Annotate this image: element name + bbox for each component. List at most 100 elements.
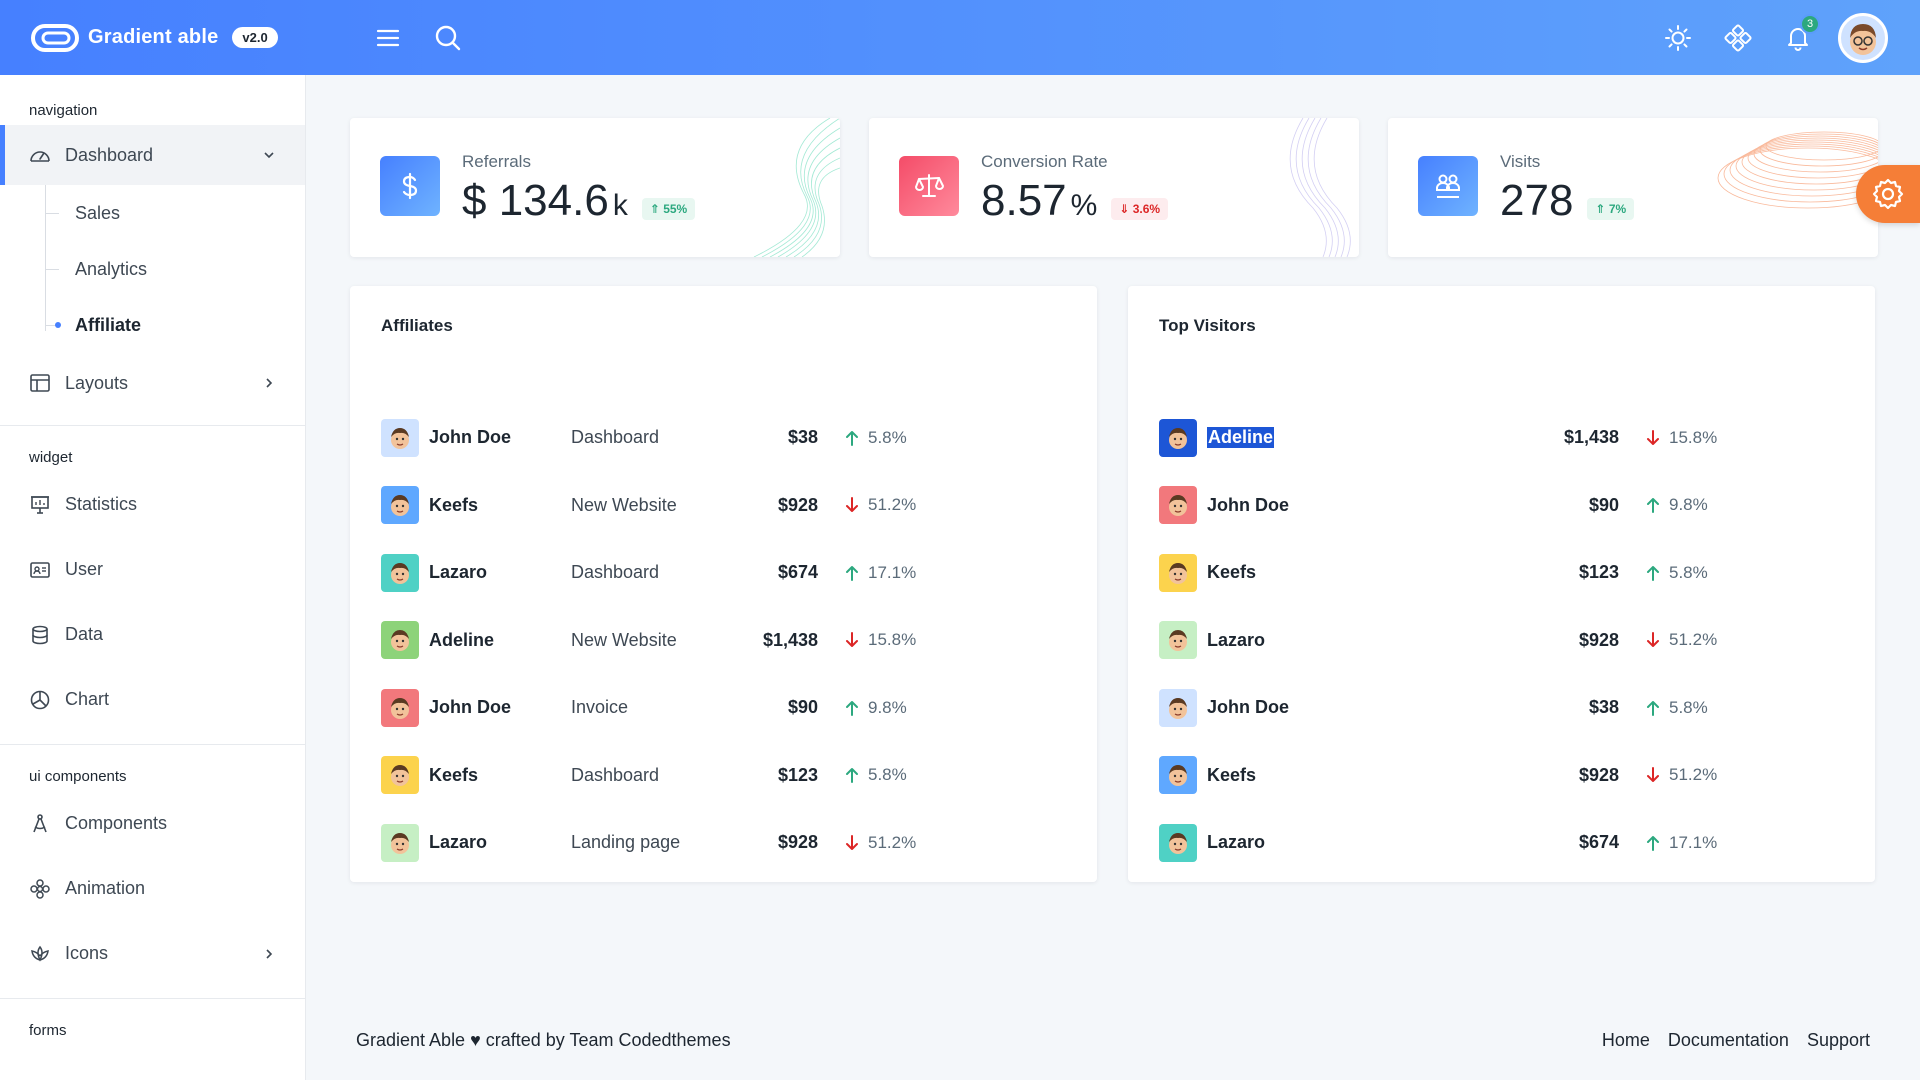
sidebar-divider [0,998,305,999]
visitor-name: Keefs [1207,562,1257,583]
table-row[interactable]: John Doe $38 5.8% [1159,674,1844,742]
sidebar-item-statistics[interactable]: Statistics [0,472,305,537]
affiliate-amount: $123 [777,764,818,785]
sun-icon [1665,24,1691,51]
affiliate-change: 9.8% [844,698,907,718]
table-row[interactable]: Lazaro $928 51.2% [1159,607,1844,675]
menu-toggle-button[interactable] [368,18,408,58]
affiliates-card: Affiliates John Doe Dashboard $38 5.8% Keefs… [350,286,1097,882]
table-row[interactable]: Lazaro Dashboard $674 17.1% [381,539,1066,607]
stat-value: 8.57 [981,176,1067,225]
table-row[interactable]: Adeline $1,438 15.8% [1159,404,1844,472]
sidebar-item-data[interactable]: Data [0,602,305,667]
sidebar-item-user[interactable]: User [0,537,305,602]
brand[interactable]: Gradient able v2.0 [30,21,340,55]
sidebar-item-label: Layouts [65,372,129,393]
table-row[interactable]: Adeline New Website $1,438 15.8% [381,607,1066,675]
stat-label: Visits [1500,152,1541,171]
arrow-down-icon [1647,429,1659,445]
visitor-change: 17.1% [1645,833,1717,853]
avatar [1159,553,1197,592]
footer-link-support[interactable]: Support [1807,1030,1870,1051]
visitor-change: 9.8% [1645,495,1708,515]
chevron-right-icon [262,376,276,390]
visitor-amount: $123 [1578,562,1619,583]
stat-change-badge: ⇑ 55% [641,198,696,220]
footer-link-documentation[interactable]: Documentation [1668,1030,1789,1051]
visitor-name: John Doe [1207,494,1290,515]
table-row[interactable]: Keefs $123 5.8% [1159,539,1844,607]
affiliate-amount: $674 [777,562,818,583]
footer-link-home[interactable]: Home [1602,1030,1650,1051]
sidebar-item-label: Icons [65,943,109,963]
sidebar-caption-widget: widget [29,449,73,466]
brand-name: Gradient able [88,26,219,48]
stat-change-badge: ⇓ 3.6% [1111,198,1169,220]
table-row[interactable]: John Doe Invoice $90 9.8% [381,674,1066,742]
sidebar-item-chart[interactable]: Chart [0,667,305,732]
wave-decoration [1717,131,1878,209]
footer-credit: Gradient Able ♥ crafted by Team Codedthe… [356,1030,731,1050]
table-row[interactable]: Lazaro Landing page $928 51.2% [381,809,1066,877]
visitor-name: John Doe [1207,697,1290,718]
table-row[interactable]: John Doe $90 9.8% [1159,472,1844,540]
visitor-name: Adeline [1207,427,1275,449]
table-row[interactable]: John Doe Dashboard $38 5.8% [381,404,1066,472]
top-header: Gradient able v2.0 3 [0,0,1920,75]
settings-button[interactable] [1856,165,1920,223]
avatar [1159,823,1197,862]
avatar [381,418,419,457]
arrow-down-icon [846,497,858,513]
visitor-change: 5.8% [1645,563,1708,583]
card-title: Top Visitors [1159,316,1256,335]
sidebar-subitem-analytics[interactable]: Analytics [0,241,305,297]
chevron-down-icon [262,148,276,162]
arrow-up-icon [846,768,858,784]
sidebar-item-label: Dashboard [65,144,154,165]
card-title: Affiliates [381,316,453,335]
table-row[interactable]: Lazaro $674 17.1% [1159,809,1844,877]
table-row[interactable]: Keefs Dashboard $123 5.8% [381,742,1066,810]
notifications-button[interactable]: 3 [1778,13,1820,58]
sidebar-item-label: Statistics [65,494,138,514]
avatar [381,486,419,525]
sidebar-subitem-sales[interactable]: Sales [0,185,305,241]
affiliate-page: New Website [571,629,677,650]
affiliate-page: Landing page [571,832,681,853]
brand-logo-icon [31,23,79,52]
visitor-amount: $1,438 [1563,427,1619,448]
arrow-down-icon [1647,632,1659,648]
theme-toggle-button[interactable] [1658,18,1698,58]
table-row[interactable]: Keefs $928 51.2% [1159,742,1844,810]
user-card-icon [29,559,51,581]
sidebar-item-dashboard[interactable]: Dashboard [0,125,305,185]
arrow-up-icon [846,430,858,446]
sidebar-item-layouts[interactable]: Layouts [0,353,305,413]
sidebar-item-animation[interactable]: Animation [0,856,305,921]
affiliate-amount: $1,438 [762,629,818,650]
arrow-up-icon [1647,565,1659,581]
visitor-amount: $90 [1588,494,1619,515]
affiliate-amount: $928 [777,494,818,515]
apps-button[interactable] [1718,18,1758,58]
visitor-amount: $928 [1578,629,1619,650]
sidebar-subitem-affiliate[interactable]: Affiliate [0,297,305,353]
sidebar: navigation Dashboard Sales Analytics Aff… [0,75,306,1080]
avatar [381,756,419,795]
affiliate-change: 17.1% [844,563,916,583]
user-avatar-icon [1850,23,1876,55]
sidebar-item-label: Data [65,624,104,644]
table-row[interactable]: Keefs New Website $928 51.2% [381,472,1066,540]
avatar [381,553,419,592]
search-button[interactable] [428,18,468,58]
visitor-amount: $928 [1578,764,1619,785]
arrow-up-icon [1647,835,1659,851]
affiliate-page: Invoice [571,697,629,718]
pie-chart-icon [29,689,51,711]
affiliate-change: 5.8% [844,428,907,448]
sidebar-item-components[interactable]: Components [0,791,305,856]
hamburger-icon [376,29,400,46]
avatar [1159,486,1197,525]
sidebar-item-icons[interactable]: Icons [0,921,305,986]
user-avatar[interactable] [1838,12,1888,63]
